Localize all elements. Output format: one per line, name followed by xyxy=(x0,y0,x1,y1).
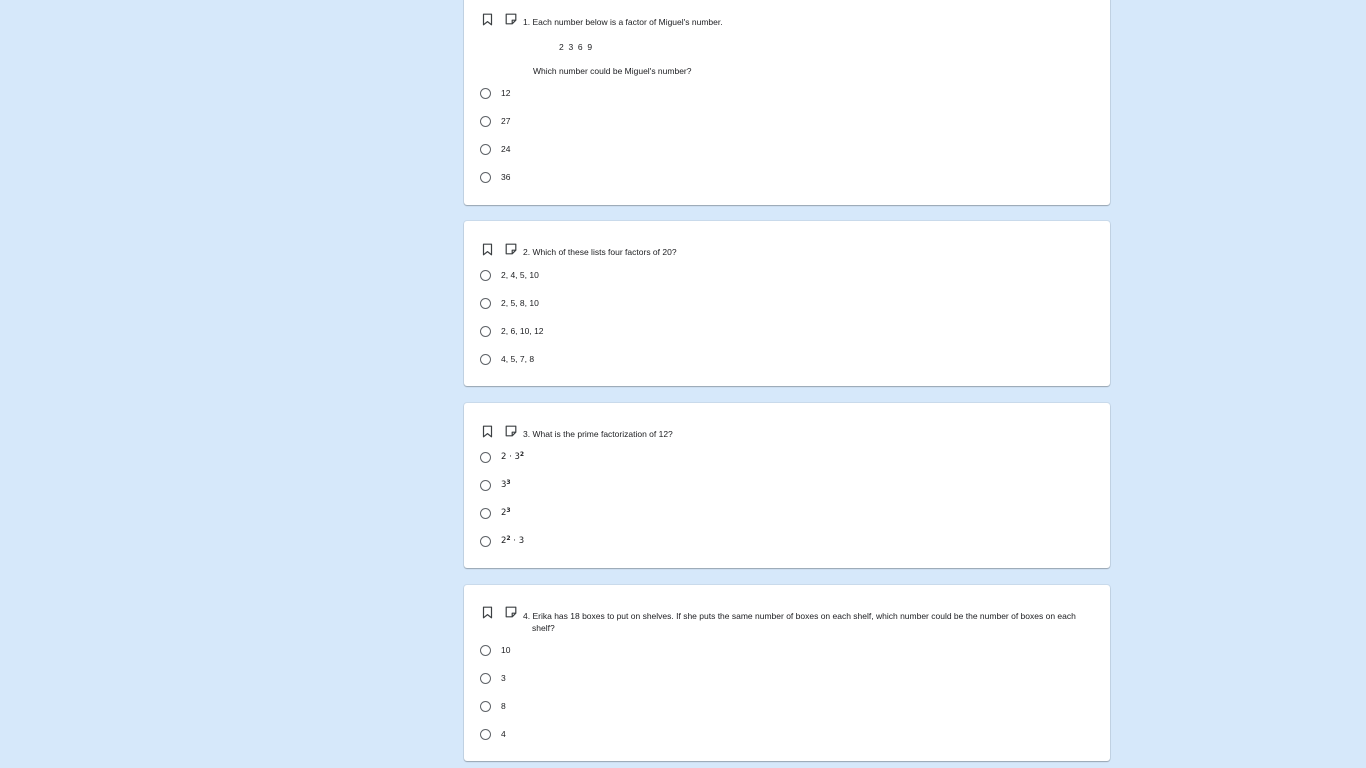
option-label: 2, 5, 8, 10 xyxy=(501,298,539,308)
option-label: 12 xyxy=(501,88,511,98)
question-stem: Which of these lists four factors of 20? xyxy=(532,247,677,257)
question-text: 3. What is the prime factorization of 12… xyxy=(523,428,673,440)
bookmark-icon[interactable] xyxy=(482,425,496,439)
note-icon[interactable] xyxy=(505,606,519,620)
option-label: 8 xyxy=(501,701,506,711)
math-exponent: 3 xyxy=(506,479,511,486)
radio-button[interactable] xyxy=(480,88,491,99)
question-number: 3. xyxy=(523,429,531,439)
bookmark-icon[interactable] xyxy=(482,13,496,27)
option-label: 33 xyxy=(501,480,511,491)
answer-option[interactable]: 23 xyxy=(480,508,780,522)
option-label: 4 xyxy=(501,729,506,739)
question-number: 1. xyxy=(523,17,531,27)
answer-option[interactable]: 22 · 3 xyxy=(480,536,780,550)
note-icon[interactable] xyxy=(505,13,519,27)
bookmark-icon[interactable] xyxy=(482,606,496,620)
answer-option[interactable]: 2, 5, 8, 10 xyxy=(480,298,780,312)
option-label: 22 · 3 xyxy=(501,536,524,547)
question-card-3: 3. What is the prime factorization of 12… xyxy=(464,403,1110,568)
answer-option[interactable]: 33 xyxy=(480,480,780,494)
answer-option[interactable]: 4, 5, 7, 8 xyxy=(480,354,780,368)
option-label: 2 · 32 xyxy=(501,452,524,463)
radio-button[interactable] xyxy=(480,645,491,656)
answer-option[interactable]: 4 xyxy=(480,729,780,743)
question-text: 1. Each number below is a factor of Migu… xyxy=(523,16,723,28)
radio-button[interactable] xyxy=(480,480,491,491)
radio-button[interactable] xyxy=(480,298,491,309)
option-label: 23 xyxy=(501,508,511,519)
option-label: 4, 5, 7, 8 xyxy=(501,354,535,364)
answer-option[interactable]: 3 xyxy=(480,673,780,687)
math-exponent: 2 xyxy=(519,451,525,458)
question-card-4: 4. Erika has 18 boxes to put on shelves.… xyxy=(464,585,1110,761)
answer-option[interactable]: 36 xyxy=(480,172,780,186)
factor-list: 2 3 6 9 xyxy=(559,42,593,52)
math-base: 2 · 3 xyxy=(501,452,520,462)
question-stem-continued: shelf? xyxy=(532,623,555,633)
note-icon[interactable] xyxy=(505,243,519,257)
radio-button[interactable] xyxy=(480,326,491,337)
answer-option[interactable]: 24 xyxy=(480,144,780,158)
radio-button[interactable] xyxy=(480,144,491,155)
math-tail: · 3 xyxy=(510,536,525,546)
answer-option[interactable]: 2, 6, 10, 12 xyxy=(480,326,780,340)
question-number: 2. xyxy=(523,247,531,257)
option-label: 10 xyxy=(501,645,511,655)
option-label: 27 xyxy=(501,116,511,126)
radio-button[interactable] xyxy=(480,508,491,519)
radio-button[interactable] xyxy=(480,172,491,183)
option-label: 2, 6, 10, 12 xyxy=(501,326,544,336)
option-label: 24 xyxy=(501,144,511,154)
radio-button[interactable] xyxy=(480,673,491,684)
radio-button[interactable] xyxy=(480,116,491,127)
answer-option[interactable]: 2 · 32 xyxy=(480,452,780,466)
answer-option[interactable]: 12 xyxy=(480,88,780,102)
radio-button[interactable] xyxy=(480,452,491,463)
answer-option[interactable]: 8 xyxy=(480,701,780,715)
radio-button[interactable] xyxy=(480,270,491,281)
answer-option[interactable]: 27 xyxy=(480,116,780,130)
option-label: 3 xyxy=(501,673,506,683)
question-stem: Erika has 18 boxes to put on shelves. If… xyxy=(532,611,1076,621)
radio-button[interactable] xyxy=(480,701,491,712)
answer-option[interactable]: 10 xyxy=(480,645,780,659)
answer-option[interactable]: 2, 4, 5, 10 xyxy=(480,270,780,284)
question-text: 4. Erika has 18 boxes to put on shelves.… xyxy=(523,610,1083,634)
question-card-1: 1. Each number below is a factor of Migu… xyxy=(464,0,1110,205)
question-number: 4. xyxy=(523,611,531,621)
question-stem: What is the prime factorization of 12? xyxy=(532,429,673,439)
note-icon[interactable] xyxy=(505,425,519,439)
question-card-2: 2. Which of these lists four factors of … xyxy=(464,221,1110,386)
option-label: 36 xyxy=(501,172,511,182)
question-stem: Each number below is a factor of Miguel'… xyxy=(532,17,723,27)
radio-button[interactable] xyxy=(480,536,491,547)
radio-button[interactable] xyxy=(480,354,491,365)
option-label: 2, 4, 5, 10 xyxy=(501,270,539,280)
bookmark-icon[interactable] xyxy=(482,243,496,257)
radio-button[interactable] xyxy=(480,729,491,740)
question-prompt: Which number could be Miguel's number? xyxy=(533,66,692,76)
quiz-page: { "colors": { "background": "#d6e8fa", "… xyxy=(0,0,1366,768)
question-text: 2. Which of these lists four factors of … xyxy=(523,246,677,258)
math-exponent: 3 xyxy=(506,507,511,514)
